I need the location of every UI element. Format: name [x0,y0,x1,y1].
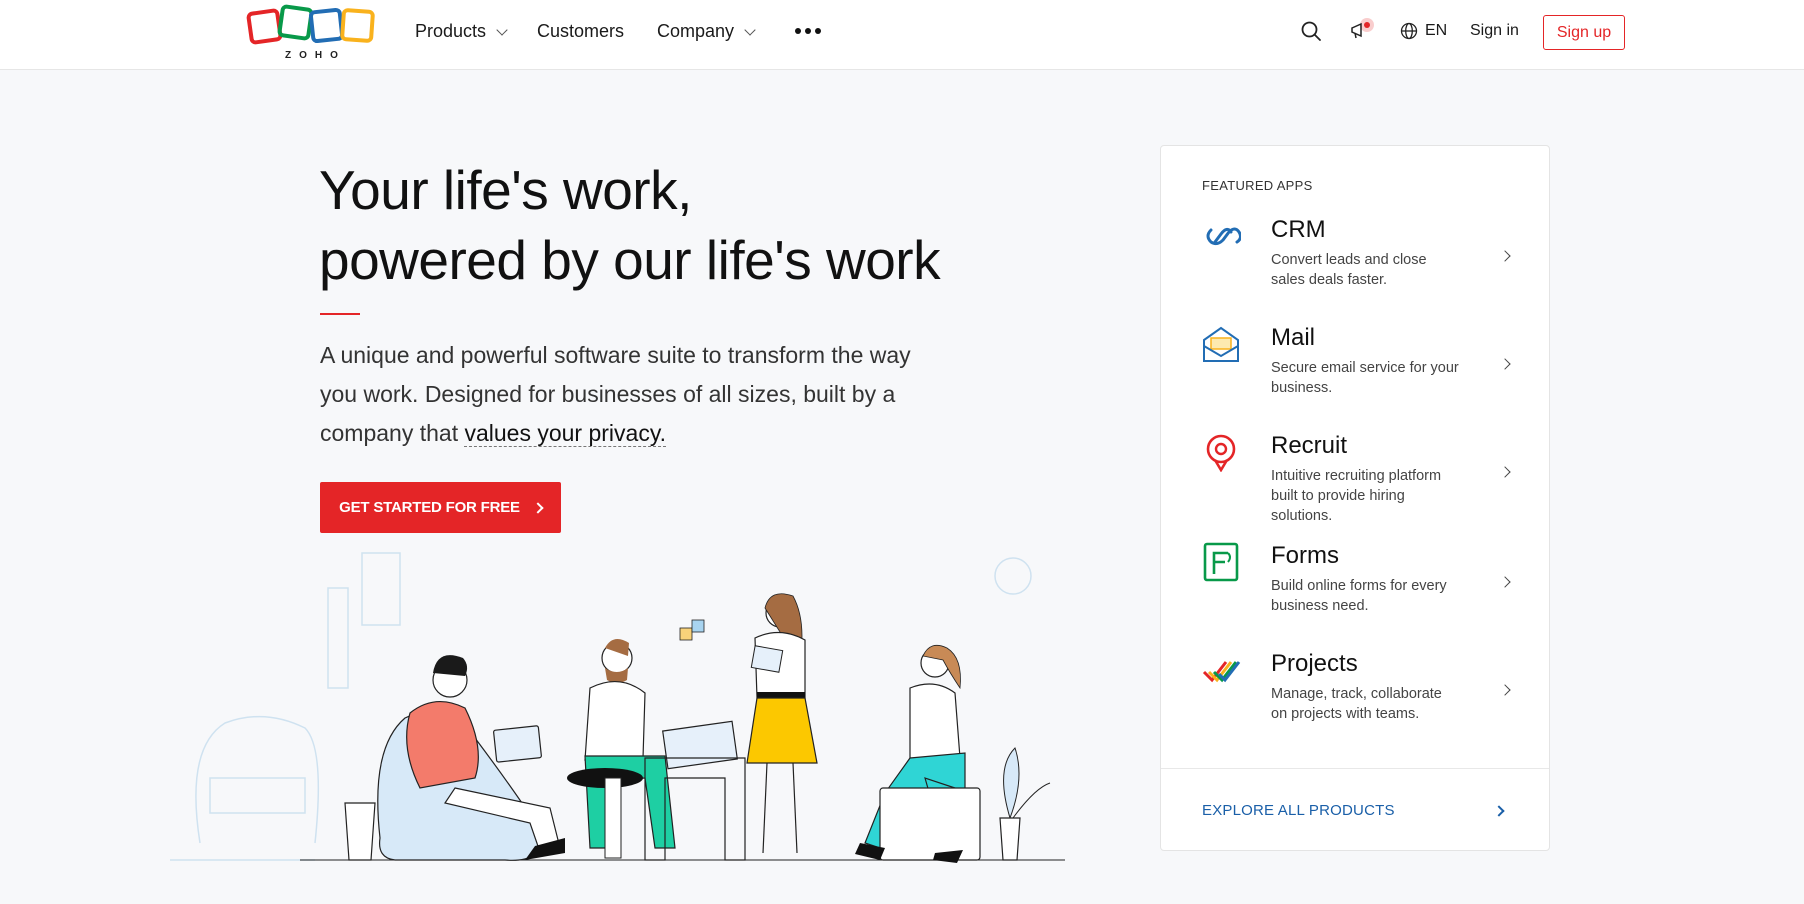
hero-title: Your life's work, powered by our life's … [319,155,941,295]
nav-customers-label: Customers [537,20,625,41]
app-item-mail[interactable]: Mail Secure email service for your busin… [1201,324,1521,414]
app-name: CRM [1271,216,1326,243]
app-name: Projects [1271,650,1358,677]
team-illustration [170,552,1065,863]
mail-icon [1203,326,1239,362]
crm-icon [1206,227,1241,246]
chevron-right-icon [1499,250,1511,262]
card-divider [1161,768,1549,769]
title-divider [320,313,360,315]
language-label: EN [1425,22,1448,39]
app-description: Secure email service for your business. [1271,360,1459,396]
explore-all-products-link[interactable]: EXPLORE ALL PRODUCTS [1202,802,1395,819]
sign-in-label: Sign in [1470,22,1519,39]
app-item-recruit[interactable]: Recruit Intuitive recruiting platform bu… [1201,432,1521,532]
app-name: Forms [1271,542,1339,569]
chevron-right-icon [1499,466,1511,478]
announcements-button[interactable] [1349,0,1377,62]
app-item-forms[interactable]: Forms Build online forms for every busin… [1201,542,1521,632]
app-item-projects[interactable]: Projects Manage, track, collaborate on p… [1201,650,1521,740]
nav-products-label: Products [415,20,487,41]
hero-description: A unique and powerful software suite to … [320,336,920,453]
chevron-right-icon [1499,684,1511,696]
app-item-crm[interactable]: CRM Convert leads and close sales deals … [1201,216,1521,306]
chevron-down-icon [496,24,508,36]
search-button[interactable] [1300,0,1322,62]
nav-company-label: Company [657,20,735,41]
logo-blue-square [308,7,345,44]
chevron-right-icon [532,501,544,514]
announcement-icon [1351,18,1374,39]
featured-apps-card: FEATURED APPS CRM Convert leads and clos… [1160,145,1550,851]
more-menu-button[interactable] [795,0,821,62]
chevron-right-icon [1493,805,1505,817]
search-icon [1301,21,1321,41]
site-header: ZOHO Products Customers Company EN Sign … [0,0,1804,70]
get-started-button[interactable]: GET STARTED FOR FREE [320,482,561,533]
globe-icon [1400,22,1418,40]
app-name: Mail [1271,324,1316,351]
hero-title-line-1: Your life's work, [319,159,692,221]
hero-title-line-2: powered by our life's work [319,229,941,291]
chevron-down-icon [744,24,756,36]
logo-green-square [276,3,315,42]
chevron-right-icon [1499,358,1511,370]
get-started-label: GET STARTED FOR FREE [339,499,520,516]
app-name: Recruit [1271,432,1348,459]
app-description: Intuitive recruiting platform built to p… [1271,468,1442,524]
sign-up-button[interactable]: Sign up [1543,15,1625,50]
forms-icon [1203,542,1239,582]
more-dots-icon [795,28,821,34]
app-description: Manage, track, collaborate on projects w… [1271,686,1442,722]
language-selector[interactable]: EN [1400,0,1447,62]
app-description: Convert leads and close sales deals fast… [1271,252,1427,288]
recruit-icon [1206,434,1236,472]
logo-yellow-square [339,7,376,44]
nav-company[interactable]: Company [657,0,756,62]
featured-apps-label: FEATURED APPS [1202,178,1313,193]
sign-up-label: Sign up [1556,23,1612,41]
logo-wordmark: ZOHO [285,50,346,61]
zoho-logo[interactable]: ZOHO [245,3,377,62]
privacy-link[interactable]: values your privacy. [464,420,667,447]
projects-icon [1202,661,1241,683]
sign-in-link[interactable]: Sign in [1470,0,1519,62]
nav-products[interactable]: Products [415,0,508,62]
nav-customers[interactable]: Customers [537,0,624,62]
app-description: Build online forms for every business ne… [1271,578,1447,614]
chevron-right-icon [1499,576,1511,588]
